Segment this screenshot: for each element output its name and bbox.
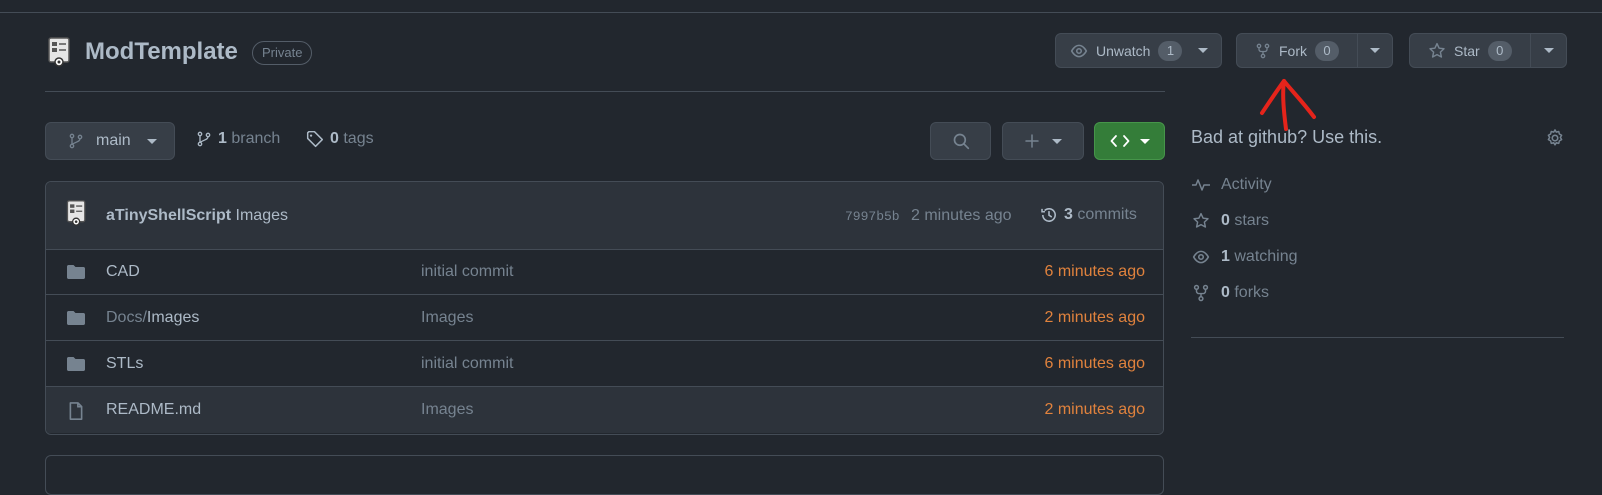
gear-icon[interactable]	[1545, 128, 1565, 148]
fork-count: 0	[1315, 40, 1339, 61]
file-name[interactable]: Docs/Images	[106, 309, 199, 327]
commits-link[interactable]: 3 commits	[1040, 206, 1137, 224]
annotation-arrow	[1260, 79, 1316, 131]
commit-time: 2 minutes ago	[911, 207, 1012, 224]
tag-count: 0	[330, 130, 339, 147]
folder-icon	[67, 265, 85, 279]
forks-word: forks	[1234, 284, 1270, 301]
stars-word: stars	[1234, 212, 1270, 229]
star-button[interactable]: Star 0	[1409, 33, 1567, 68]
star-count: 0	[1487, 40, 1512, 61]
branches-link[interactable]: 1 branch	[196, 130, 280, 148]
star-icon	[1193, 212, 1209, 228]
file-row-stls[interactable]: STLs initial commit 6 minutes ago	[46, 341, 1163, 387]
unwatch-label: Unwatch	[1096, 42, 1151, 59]
watching-link[interactable]: 1 watching	[1191, 248, 1298, 266]
tag-word: tags	[343, 130, 374, 147]
commit-count: 3	[1064, 206, 1073, 223]
chevron-down-icon	[1052, 138, 1062, 144]
file-name-leaf: Images	[146, 309, 200, 326]
latest-commit-bar: aTinyShellScript Images 7997b5b 2 minute…	[46, 182, 1163, 250]
search-icon	[953, 133, 969, 150]
plus-icon	[1025, 134, 1039, 148]
branch-icon	[197, 131, 211, 147]
watching-count: 1	[1221, 248, 1230, 265]
readme-panel	[45, 455, 1164, 495]
branch-name: main	[96, 132, 131, 149]
chevron-down-icon	[146, 138, 157, 144]
folder-icon	[67, 311, 85, 325]
unwatch-button[interactable]: Unwatch 1	[1055, 33, 1222, 68]
file-commit-message[interactable]: Images	[421, 401, 473, 419]
author-avatar-icon[interactable]	[64, 198, 90, 228]
header-divider	[45, 91, 1165, 92]
forks-link[interactable]: 0 forks	[1191, 284, 1269, 302]
fork-icon	[1193, 284, 1209, 302]
file-row-readme[interactable]: README.md Images 2 minutes ago	[46, 387, 1163, 433]
forks-count: 0	[1221, 284, 1230, 301]
file-commit-message[interactable]: initial commit	[421, 263, 513, 281]
repo-description: Bad at github? Use this.	[1191, 127, 1383, 147]
watch-count: 1	[1158, 40, 1183, 61]
sidebar-divider	[1191, 337, 1564, 338]
file-name[interactable]: STLs	[106, 355, 143, 373]
search-button[interactable]	[930, 122, 991, 160]
file-table: aTinyShellScript Images 7997b5b 2 minute…	[45, 181, 1164, 435]
activity-link[interactable]: Activity	[1191, 176, 1272, 194]
commit-author[interactable]: aTinyShellScript	[106, 207, 231, 224]
pulse-icon	[1192, 179, 1210, 191]
file-name-prefix: Docs/	[106, 309, 147, 326]
activity-label: Activity	[1221, 176, 1272, 193]
chevron-down-icon	[1139, 138, 1150, 144]
repo-avatar-icon	[48, 37, 70, 67]
file-age: 2 minutes ago	[1044, 309, 1145, 326]
stars-count: 0	[1221, 212, 1230, 229]
file-age: 6 minutes ago	[1044, 355, 1145, 372]
commit-message[interactable]: Images	[236, 207, 288, 224]
add-file-button[interactable]	[1002, 122, 1084, 160]
file-commit-message[interactable]: initial commit	[421, 355, 513, 373]
branch-count: 1	[218, 130, 227, 147]
file-name[interactable]: README.md	[106, 401, 201, 419]
chevron-down-icon	[1198, 48, 1209, 53]
branch-selector[interactable]: main	[45, 122, 175, 160]
top-border	[0, 12, 1602, 13]
branch-word: branch	[231, 130, 281, 147]
chevron-down-icon	[1543, 48, 1554, 53]
file-name[interactable]: CAD	[106, 263, 140, 281]
file-age: 2 minutes ago	[1044, 401, 1145, 418]
history-icon	[1041, 208, 1056, 222]
code-icon	[1110, 135, 1129, 147]
fork-button[interactable]: Fork 0	[1236, 33, 1393, 68]
fork-label: Fork	[1279, 42, 1307, 59]
chevron-down-icon	[1369, 48, 1380, 53]
watching-word: watching	[1234, 248, 1298, 265]
star-icon	[1429, 42, 1445, 58]
folder-icon	[67, 357, 85, 371]
code-button[interactable]	[1094, 122, 1165, 160]
file-row-docs[interactable]: Docs/Images Images 2 minutes ago	[46, 295, 1163, 341]
eye-icon	[1070, 44, 1088, 57]
branch-icon	[69, 133, 83, 149]
stars-link[interactable]: 0 stars	[1191, 212, 1269, 230]
star-label: Star	[1454, 42, 1480, 59]
file-commit-message[interactable]: Images	[421, 309, 473, 327]
tag-icon	[306, 130, 324, 148]
file-row-cad[interactable]: CAD initial commit 6 minutes ago	[46, 249, 1163, 295]
commit-word: commits	[1077, 206, 1137, 223]
fork-icon	[1256, 43, 1270, 58]
file-icon	[69, 402, 83, 420]
tags-link[interactable]: 0 tags	[306, 130, 374, 148]
visibility-badge: Private	[252, 41, 313, 65]
commit-sha[interactable]: 7997b5b	[845, 209, 900, 224]
fork-dropdown[interactable]	[1358, 34, 1392, 67]
star-dropdown[interactable]	[1531, 34, 1566, 67]
eye-icon	[1192, 250, 1210, 264]
repo-name[interactable]: ModTemplate	[85, 38, 238, 66]
file-age: 6 minutes ago	[1044, 263, 1145, 280]
